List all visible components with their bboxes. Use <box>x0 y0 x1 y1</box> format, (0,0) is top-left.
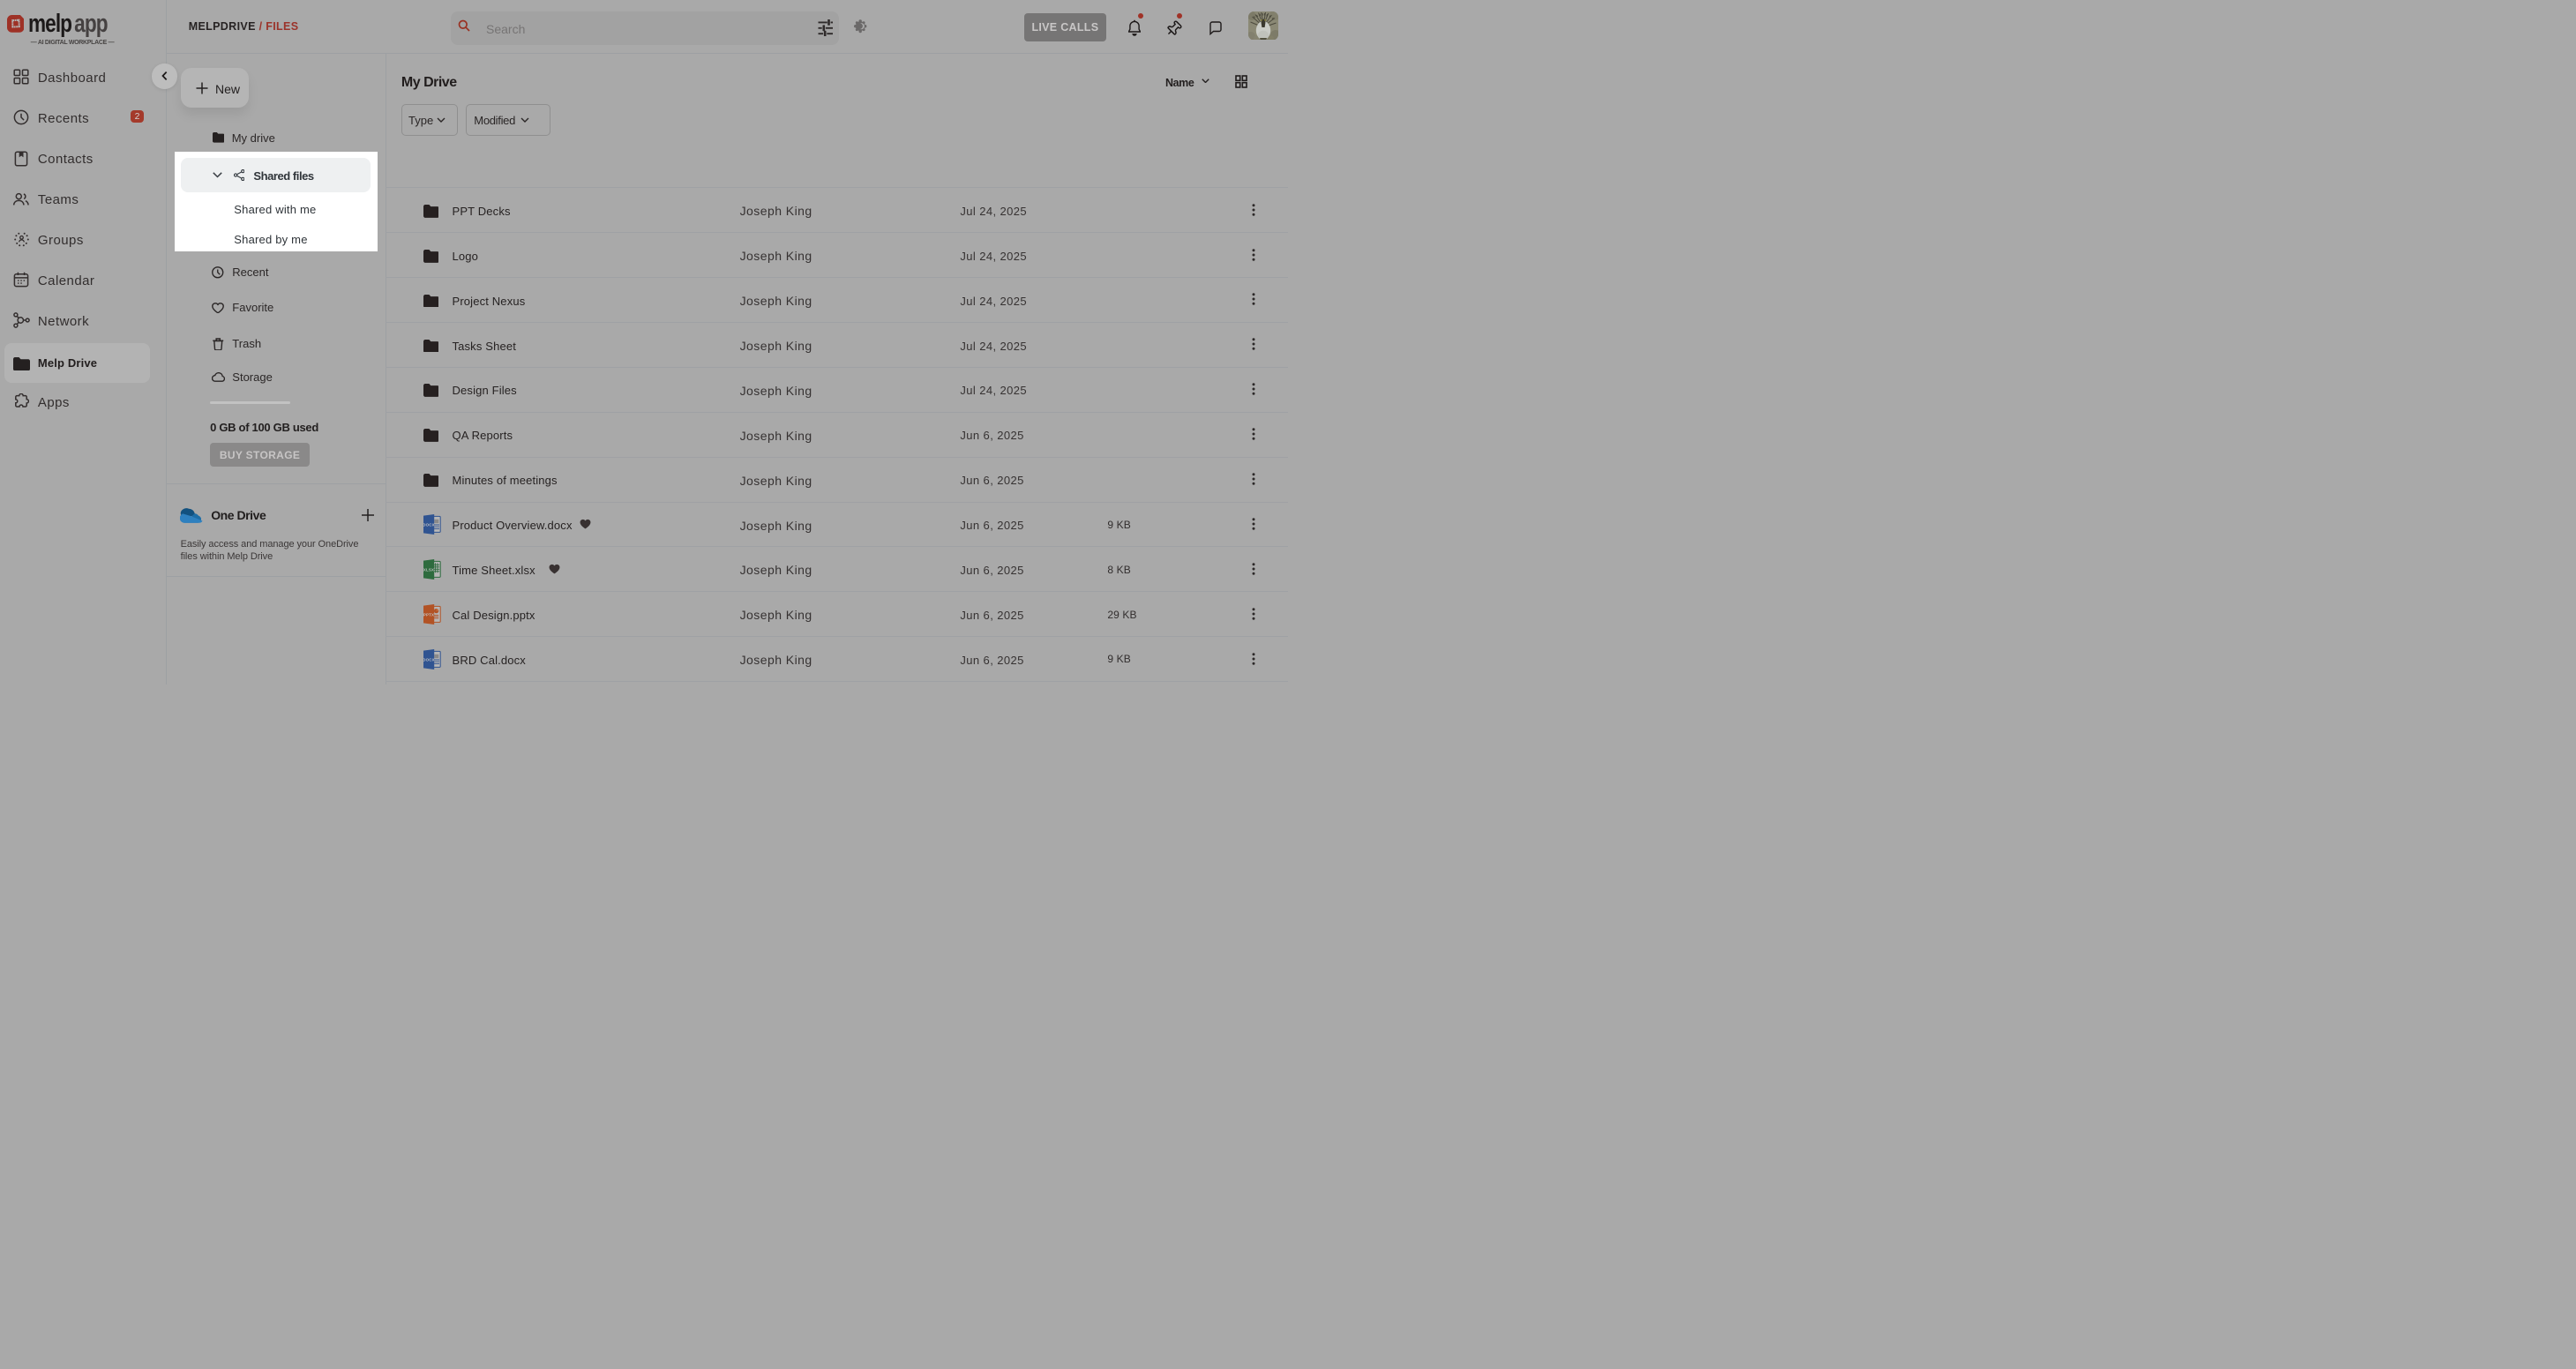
svg-text:XLSX: XLSX <box>423 567 434 572</box>
svg-text:DOCX: DOCX <box>423 657 435 662</box>
svg-text:PPTX: PPTX <box>423 612 434 617</box>
svg-text:DOCX: DOCX <box>423 522 435 527</box>
